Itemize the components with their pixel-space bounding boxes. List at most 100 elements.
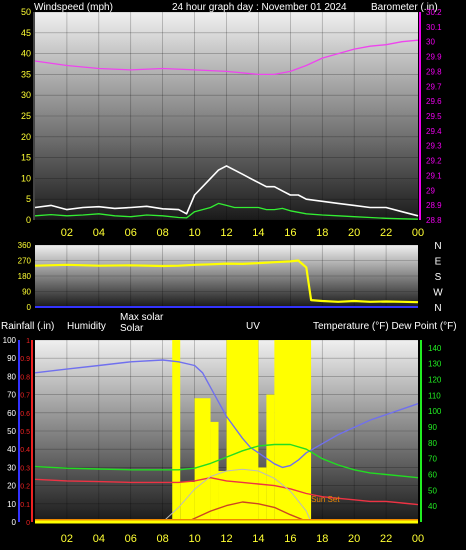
temp-y-tick: 60 [428,471,437,480]
rain-y-tick: 0.9 [20,356,30,363]
humidity-y-tick: 0 [12,518,17,527]
compass-label: N [434,303,441,314]
wind-x-tick: 22 [380,227,392,239]
humidity-axis-title: Humidity [67,321,106,332]
rain-temp-x-tick: 12 [220,533,232,545]
rain-y-tick: 0.7 [20,393,30,400]
wind-y-tick: 5 [26,194,31,204]
baro-y-tick: 30.1 [426,23,442,32]
direction-y-tick: 90 [22,288,31,297]
wind-x-tick: 04 [93,227,105,239]
humidity-y-tick: 90 [7,354,16,363]
wind-y-tick: 30 [21,90,31,100]
wind-y-tick: 40 [21,49,31,59]
uv-label: UV [246,321,260,332]
humidity-y-tick: 80 [7,372,16,381]
baro-y-tick: 29 [426,186,435,195]
baro-y-tick: 29.9 [426,53,442,62]
rain-y-tick: 0.6 [20,411,30,418]
baro-y-tick: 28.8 [426,216,442,225]
wind-axis-title: Windspeed (mph) [34,2,113,13]
sun-set-label: Sun Set [311,495,340,504]
direction-y-tick: 270 [18,257,32,266]
compass-label: W [433,288,443,299]
wind-y-tick: 10 [21,173,31,183]
rain-temp-x-tick: 06 [125,533,137,545]
humidity-y-tick: 30 [7,463,16,472]
rain-temp-x-tick: 20 [348,533,360,545]
wind-x-tick: 10 [188,227,200,239]
temp-y-tick: 50 [428,486,437,495]
direction-y-tick: 0 [27,303,32,312]
baro-y-tick: 30.2 [426,8,442,17]
rain-y-tick: 0.1 [20,502,30,509]
rain-y-tick: 0.4 [20,447,30,454]
wind-x-tick: 16 [284,227,296,239]
temp-y-tick: 130 [428,360,442,369]
solar-band [194,398,211,522]
rain-y-tick: 0 [26,520,30,527]
humidity-y-tick: 50 [7,427,16,436]
compass-label: S [435,272,442,283]
baro-y-tick: 29.4 [426,127,442,136]
temp-y-tick: 100 [428,407,442,416]
weather-charts: Windspeed (mph) 24 hour graph day : Nove… [1,2,457,545]
wind-x-tick: 08 [157,227,169,239]
baro-y-tick: 29.6 [426,97,442,106]
rain-y-tick: 0.5 [20,429,30,436]
rain-y-tick: 1 [26,338,30,345]
temp-y-tick: 90 [428,423,437,432]
rain-y-tick: 0.8 [20,374,30,381]
temp-y-tick: 70 [428,455,437,464]
rain-temp-x-tick: 00 [412,533,424,545]
solar-band [172,340,181,522]
wind-y-tick: 15 [21,153,31,163]
humidity-y-tick: 60 [7,409,16,418]
humidity-y-tick: 100 [3,336,17,345]
compass-label: N [434,241,441,252]
rain-temp-x-tick: 22 [380,533,392,545]
temperature-dewpoint-axis-title: Temperature (°F) Dew Point (°F) [313,321,457,332]
weather-graph-window: Windspeed (mph) 24 hour graph day : Nove… [0,0,466,550]
rain-temp-x-tick: 18 [316,533,328,545]
graph-day-title: 24 hour graph day : November 01 2024 [172,2,347,13]
solar-band [210,421,219,522]
wind-y-tick: 20 [21,132,31,142]
temp-y-tick: 110 [428,391,441,400]
rain-temp-x-tick: 02 [61,533,73,545]
direction-y-tick: 360 [18,241,32,250]
wind-x-tick: 20 [348,227,360,239]
wind-x-tick: 00 [412,227,424,239]
solar-band [218,471,227,522]
solar-band [258,467,267,522]
baro-y-tick: 29.3 [426,142,442,151]
rain-temp-x-tick: 04 [93,533,105,545]
wind-y-tick: 50 [21,7,31,17]
wind-y-tick: 25 [21,111,31,121]
wind-x-tick: 14 [252,227,264,239]
baro-y-tick: 29.1 [426,171,442,180]
wind-x-tick: 18 [316,227,328,239]
rain-y-tick: 0.2 [20,484,30,491]
solar-band [180,481,195,522]
temp-y-tick: 120 [428,376,442,385]
humidity-y-tick: 40 [7,445,16,454]
wind-y-tick: 35 [21,69,31,79]
solar-band [226,340,259,522]
baro-y-tick: 28.9 [426,201,442,210]
humidity-y-tick: 20 [7,482,16,491]
max-solar-label: Max solar [120,312,164,323]
rain-temp-x-tick: 14 [252,533,264,545]
wind-y-tick: 0 [26,215,31,225]
baro-y-tick: 29.8 [426,67,442,76]
wind-x-tick: 06 [125,227,137,239]
wind-x-tick: 02 [61,227,73,239]
rain-temp-x-tick: 10 [188,533,200,545]
baro-y-tick: 29.2 [426,157,442,166]
temp-y-tick: 140 [428,344,442,353]
rain-y-tick: 0.3 [20,465,30,472]
baro-y-tick: 29.7 [426,82,442,91]
temp-y-tick: 40 [428,502,437,511]
humidity-y-tick: 10 [7,500,16,509]
solar-label: Solar [120,323,144,334]
